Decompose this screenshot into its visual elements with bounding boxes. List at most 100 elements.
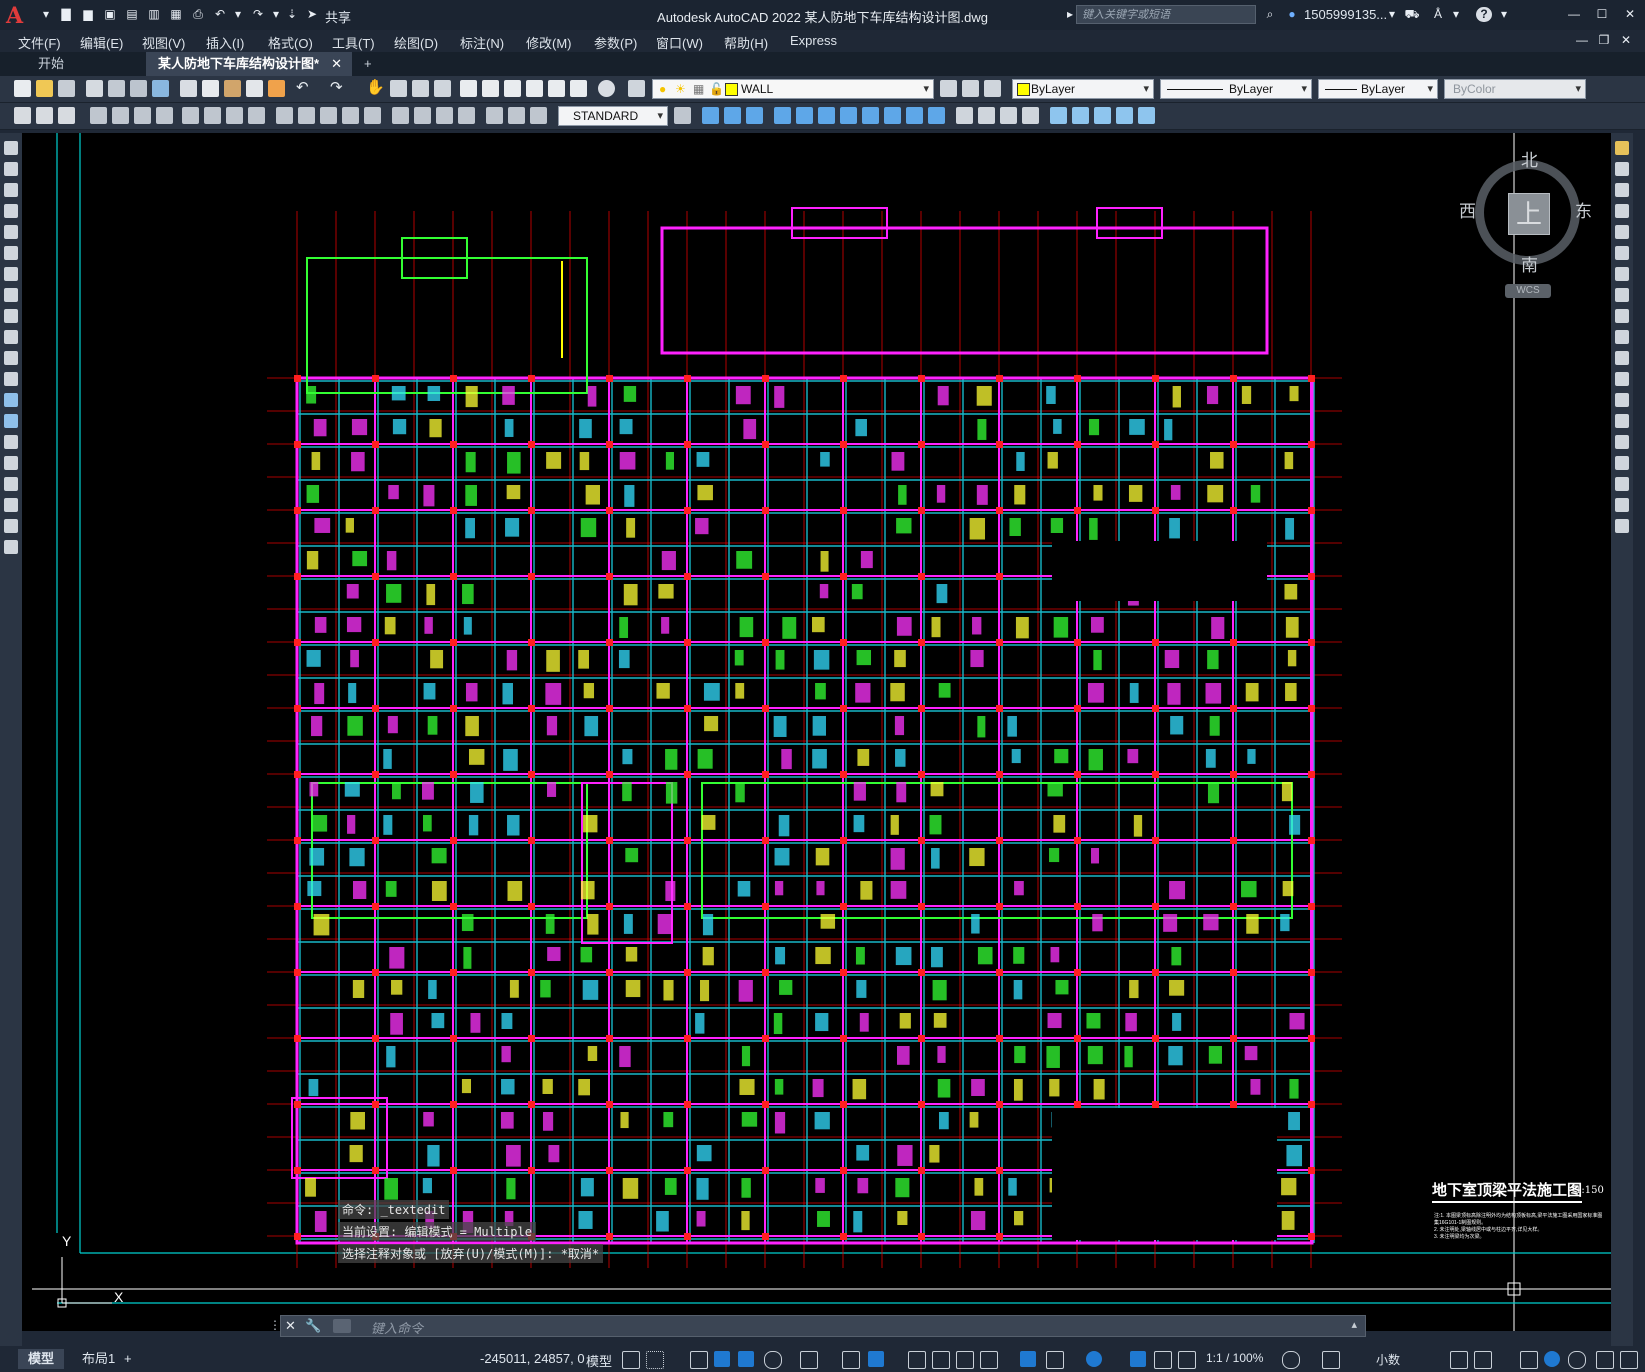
draw-tool-icon[interactable] [4,372,18,386]
infer-constraints-icon[interactable] [690,1351,708,1369]
arc-length-icon[interactable] [134,107,151,124]
jogged-icon[interactable] [204,107,221,124]
3d-tool-icon[interactable] [884,107,901,124]
pan-icon[interactable]: ✋ [366,78,385,96]
3d-tool-icon[interactable] [724,107,741,124]
paste-icon[interactable] [224,80,241,97]
center-mark-icon[interactable] [414,107,431,124]
menu-view[interactable]: 视图(V) [142,33,185,52]
isodraft-icon[interactable] [800,1351,818,1369]
color-dropdown[interactable]: ByLayer [1012,79,1154,99]
menu-file[interactable]: 文件(F) [18,33,61,52]
draw-tool-icon[interactable] [4,540,18,554]
view-icon[interactable] [1094,107,1111,124]
menu-draw[interactable]: 绘图(D) [394,33,438,52]
modify-tool-icon[interactable] [1615,267,1629,281]
chevron-down-icon[interactable]: ▾ [1496,7,1512,22]
sheet-set-icon[interactable] [526,80,543,97]
grip-icon[interactable]: ⋮ [269,1318,281,1332]
coordinates-readout[interactable]: -245011, 24857, 0 [480,1351,585,1366]
modify-tool-icon[interactable] [1615,162,1629,176]
selection-filter-icon[interactable] [1046,1351,1064,1369]
polar-tracking-icon[interactable] [764,1351,782,1369]
draw-tool-icon[interactable] [4,246,18,260]
view-icon[interactable] [1050,107,1067,124]
zoom-realtime-icon[interactable] [390,80,407,97]
command-line[interactable]: ⋮ ✕ 🔧 键入命令 ▴ [269,1315,1366,1337]
3d-osnap-icon[interactable] [980,1351,998,1369]
draw-tool-icon[interactable] [4,183,18,197]
command-prompt-icon[interactable] [333,1319,351,1333]
block-editor-icon[interactable] [268,80,285,97]
3d-tool-icon[interactable] [862,107,879,124]
modify-tool-icon[interactable] [1615,141,1629,155]
radius-icon[interactable] [182,107,199,124]
tab-start[interactable]: 开始 [26,52,144,76]
dimension-text-edit-icon[interactable] [508,107,525,124]
plot-icon[interactable] [86,80,103,97]
menu-tools[interactable]: 工具(T) [332,33,375,52]
tab-active-drawing[interactable]: 某人防地下车库结构设计图* ✕ [146,52,352,76]
layer-state-icon[interactable] [984,80,1001,97]
gear-icon[interactable] [1282,1351,1300,1369]
transparency-icon[interactable] [932,1351,950,1369]
draw-tool-icon[interactable] [4,330,18,344]
undo-icon[interactable]: ↶ [296,78,313,96]
annotation-scale-icon[interactable] [1178,1351,1196,1369]
draw-tool-icon[interactable] [4,351,18,365]
3d-tool-icon[interactable] [774,107,791,124]
search-input[interactable]: 键入关键字或短语 [1076,5,1256,24]
close-icon[interactable]: ✕ [285,1318,296,1334]
shade-icon[interactable] [1022,107,1039,124]
view-icon[interactable] [1072,107,1089,124]
lineweight-dropdown[interactable]: ByLayer [1318,79,1438,99]
draw-tool-icon[interactable] [4,288,18,302]
modify-tool-icon[interactable] [1615,498,1629,512]
menu-modify[interactable]: 修改(M) [526,33,572,52]
design-center-icon[interactable] [482,80,499,97]
object-snap-tracking-icon[interactable] [842,1351,860,1369]
modify-tool-icon[interactable] [1615,519,1629,533]
search-icon[interactable]: ⌕ [1262,7,1278,22]
3d-tool-icon[interactable] [746,107,763,124]
doc-close-icon[interactable]: ✕ [1618,33,1634,48]
modify-tool-icon[interactable] [1615,183,1629,197]
3d-tool-icon[interactable] [818,107,835,124]
cut-icon[interactable] [180,80,197,97]
annotation-visibility-icon[interactable] [1130,1351,1146,1367]
layer-properties-icon[interactable] [628,80,645,97]
lineweight-icon[interactable] [908,1351,926,1369]
markup-icon[interactable] [548,80,565,97]
draw-tool-icon[interactable] [4,435,18,449]
isolate-objects-icon[interactable] [1520,1351,1538,1369]
command-input[interactable]: 键入命令 [371,1318,423,1337]
modify-tool-icon[interactable] [1615,414,1629,428]
draw-tool-icon[interactable] [4,267,18,281]
modify-tool-icon[interactable] [1615,393,1629,407]
maximize-icon[interactable]: ☐ [1594,7,1610,22]
menu-parametric[interactable]: 参数(P) [594,33,637,52]
modify-tool-icon[interactable] [1615,309,1629,323]
draw-tool-icon[interactable] [4,162,18,176]
draw-tool-icon[interactable] [4,309,18,323]
save-icon[interactable] [58,80,75,97]
selection-cycling-icon[interactable] [956,1351,974,1369]
menu-express[interactable]: Express [790,33,837,48]
menu-insert[interactable]: 插入(I) [206,33,244,52]
viewcube-top-face[interactable]: 上 [1508,193,1550,235]
view-icon[interactable] [1138,107,1155,124]
properties-icon[interactable] [460,80,477,97]
modify-tool-icon[interactable] [1615,351,1629,365]
3d-dwf-icon[interactable] [152,80,169,97]
draw-tool-icon[interactable] [4,225,18,239]
menu-format[interactable]: 格式(O) [268,33,313,52]
modify-tool-icon[interactable] [1615,225,1629,239]
quickcalc-icon[interactable] [570,80,587,97]
tool-icon[interactable] [14,107,31,124]
ordinate-icon[interactable] [156,107,173,124]
menu-dimension[interactable]: 标注(N) [460,33,504,52]
draw-tool-icon[interactable] [4,141,18,155]
drawing-canvas[interactable]: 地下室顶梁平法施工图 1:150 注:1. 本图梁顶标高除注明外均为结构顶板标高… [22,133,1611,1331]
modify-tool-icon[interactable] [1615,204,1629,218]
minimize-icon[interactable]: — [1566,7,1582,22]
